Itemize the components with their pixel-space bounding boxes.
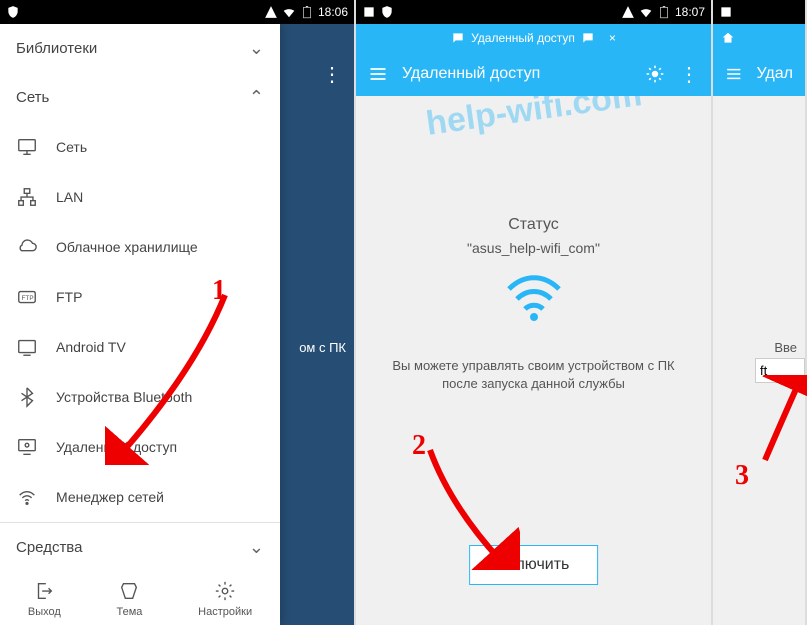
annotation-3: 3 xyxy=(735,460,749,492)
tv-icon xyxy=(16,336,38,358)
screen-2: 18:07 Удаленный доступ × Удаленный досту… xyxy=(356,0,713,625)
section-libraries[interactable]: Библиотеки ⌄ xyxy=(0,24,280,73)
arrow-2 xyxy=(420,445,520,570)
theme-button[interactable]: Тема xyxy=(117,580,143,618)
statusbar: 18:07 xyxy=(356,0,711,24)
overflow-menu-icon[interactable]: ⋮ xyxy=(679,62,699,87)
wifi-settings-icon xyxy=(16,486,38,508)
app-bar: Удал xyxy=(713,52,805,96)
annotation-1: 1 xyxy=(212,275,226,307)
notification-bar: Удаленный доступ × xyxy=(356,24,711,52)
signal-icon xyxy=(621,5,635,19)
cloud-icon xyxy=(16,236,38,258)
section-tools[interactable]: Средства ⌄ xyxy=(0,523,280,572)
chevron-down-icon: ⌄ xyxy=(249,537,264,558)
menu-icon[interactable] xyxy=(368,64,388,84)
drawer-bottom: Средства ⌄ Выход Тема Настройки xyxy=(0,522,280,625)
screen-3: Удал Вве ft xyxy=(713,0,807,625)
wifi-large-icon xyxy=(504,274,564,324)
app-background: ⋮ ом с ПК xyxy=(278,24,354,625)
content: Статус "asus_help-wifi_com" Вы можете уп… xyxy=(356,96,711,393)
app-bar: Удаленный доступ ⋮ xyxy=(356,52,711,96)
clock: 18:07 xyxy=(675,5,705,19)
shield-icon xyxy=(380,5,394,19)
lan-icon xyxy=(16,186,38,208)
menu-item-lan[interactable]: LAN xyxy=(0,172,280,222)
theme-icon xyxy=(118,580,140,602)
settings-button[interactable]: Настройки xyxy=(198,580,252,618)
annotation-2: 2 xyxy=(412,430,426,462)
arrow-1 xyxy=(105,290,235,465)
app-bar-title: Удал xyxy=(757,65,793,83)
status-value: "asus_help-wifi_com" xyxy=(356,240,711,256)
remote-icon xyxy=(16,436,38,458)
wifi-icon xyxy=(282,5,296,19)
exit-button[interactable]: Выход xyxy=(28,580,61,618)
battery-icon xyxy=(657,5,671,19)
monitor-icon xyxy=(16,136,38,158)
wifi-icon xyxy=(639,5,653,19)
chevron-up-icon: ⌃ xyxy=(249,87,264,108)
arrow-3 xyxy=(760,375,807,465)
shield-icon xyxy=(6,5,20,19)
clock: 18:06 xyxy=(318,5,348,19)
section-network[interactable]: Сеть ⌃ xyxy=(0,73,280,122)
battery-icon xyxy=(300,5,314,19)
menu-item-network[interactable]: Сеть xyxy=(0,122,280,172)
exit-icon xyxy=(33,580,55,602)
menu-item-network-manager[interactable]: Менеджер сетей xyxy=(0,472,280,522)
menu-item-cloud[interactable]: Облачное хранилище xyxy=(0,222,280,272)
bluetooth-icon xyxy=(16,386,38,408)
chat-icon xyxy=(581,31,595,45)
gear-icon xyxy=(214,580,236,602)
notification-bar xyxy=(713,24,805,52)
settings-icon[interactable] xyxy=(645,64,665,84)
close-icon[interactable]: × xyxy=(609,31,616,45)
menu-icon[interactable] xyxy=(725,64,743,84)
app-icon xyxy=(719,5,733,19)
chevron-down-icon: ⌄ xyxy=(249,38,264,59)
statusbar: 18:06 xyxy=(0,0,354,24)
label: Вве xyxy=(774,340,797,355)
svg-text:FTP: FTP xyxy=(22,295,34,302)
statusbar xyxy=(713,0,805,24)
description: Вы можете управлять своим устройством с … xyxy=(356,357,711,393)
signal-icon xyxy=(264,5,278,19)
chat-icon xyxy=(451,31,465,45)
status-label: Статус xyxy=(356,216,711,234)
ftp-icon: FTP xyxy=(16,286,38,308)
home-icon xyxy=(721,31,735,45)
overflow-menu-icon[interactable]: ⋮ xyxy=(322,62,342,87)
app-bar-title: Удаленный доступ xyxy=(402,65,631,83)
app-icon xyxy=(362,5,376,19)
